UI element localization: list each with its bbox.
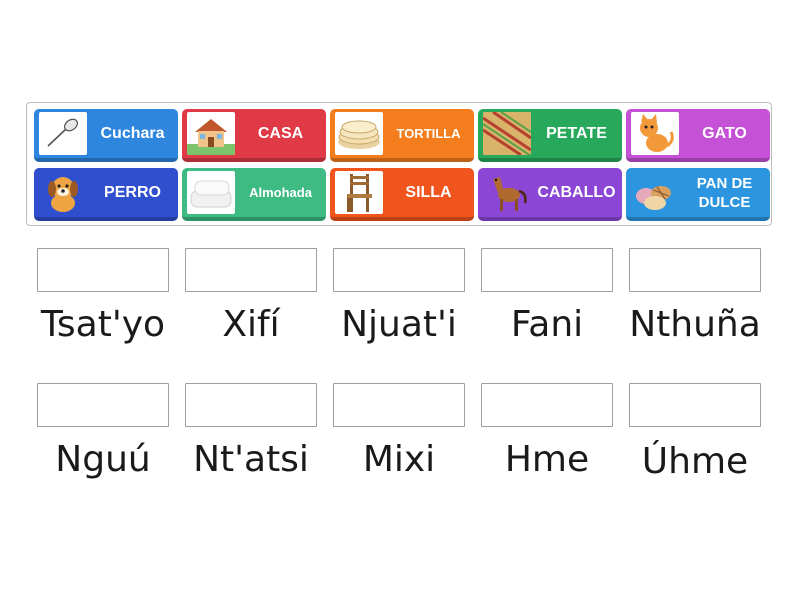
word-label: Nguú	[55, 439, 151, 480]
word-label: Nt'atsi	[193, 439, 309, 480]
word-label: Tsat'yo	[40, 304, 166, 345]
tile-label: CABALLO	[537, 184, 616, 201]
drop-zone-5[interactable]	[629, 248, 761, 292]
word-label: Úhme	[641, 441, 749, 482]
sweet-bread-icon	[631, 171, 679, 214]
drop-zone-9[interactable]	[481, 383, 613, 427]
tile-casa[interactable]: CASA	[182, 109, 326, 162]
word-label: Mixi	[362, 439, 436, 480]
drop-zone-3[interactable]	[333, 248, 465, 292]
drop-zone-2[interactable]	[185, 248, 317, 292]
tile-tortilla[interactable]: TORTILLA	[330, 109, 474, 162]
word-label: Njuat'i	[341, 304, 457, 345]
cat-icon	[631, 112, 679, 155]
tile-caballo[interactable]: CABALLO	[478, 168, 622, 221]
tile-silla[interactable]: SILLA	[330, 168, 474, 221]
tile-almohada[interactable]: Almohada	[182, 168, 326, 221]
tile-pan-de-dulce[interactable]: PAN DE DULCE	[626, 168, 770, 221]
horse-icon	[483, 171, 531, 214]
drop-zone-1[interactable]	[37, 248, 169, 292]
pillow-icon	[187, 171, 235, 214]
tile-label: Almohada	[249, 185, 312, 200]
word-label: Hme	[504, 439, 590, 480]
word-label: Nthuña	[629, 304, 761, 345]
tile-perro[interactable]: PERRO	[34, 168, 178, 221]
tile-gato[interactable]: GATO	[626, 109, 770, 162]
chair-icon	[335, 171, 383, 214]
tile-label: TORTILLA	[396, 126, 461, 141]
tile-label: GATO	[702, 125, 747, 142]
word-label: Fani	[510, 304, 584, 345]
drop-zone-4[interactable]	[481, 248, 613, 292]
tile-bank: Cuchara CASA TORTILLA PETATE GATO PERRO	[26, 102, 772, 226]
tile-petate[interactable]: PETATE	[478, 109, 622, 162]
tile-label: SILLA	[405, 184, 452, 201]
tile-label: PAN DE DULCE	[696, 174, 753, 211]
tile-cuchara[interactable]: Cuchara	[34, 109, 178, 162]
drop-zone-10[interactable]	[629, 383, 761, 427]
tortilla-icon	[335, 112, 383, 155]
dog-icon	[39, 171, 87, 214]
tile-label: PERRO	[104, 184, 161, 201]
tile-label: Cuchara	[100, 125, 165, 142]
spoon-icon	[39, 112, 87, 155]
drop-zone-6[interactable]	[37, 383, 169, 427]
mat-icon	[483, 112, 531, 155]
tile-label: CASA	[257, 125, 304, 142]
drop-zone-7[interactable]	[185, 383, 317, 427]
tile-label: PETATE	[546, 125, 607, 142]
word-label: Xifí	[222, 304, 280, 345]
house-icon	[187, 112, 235, 155]
drop-zone-8[interactable]	[333, 383, 465, 427]
